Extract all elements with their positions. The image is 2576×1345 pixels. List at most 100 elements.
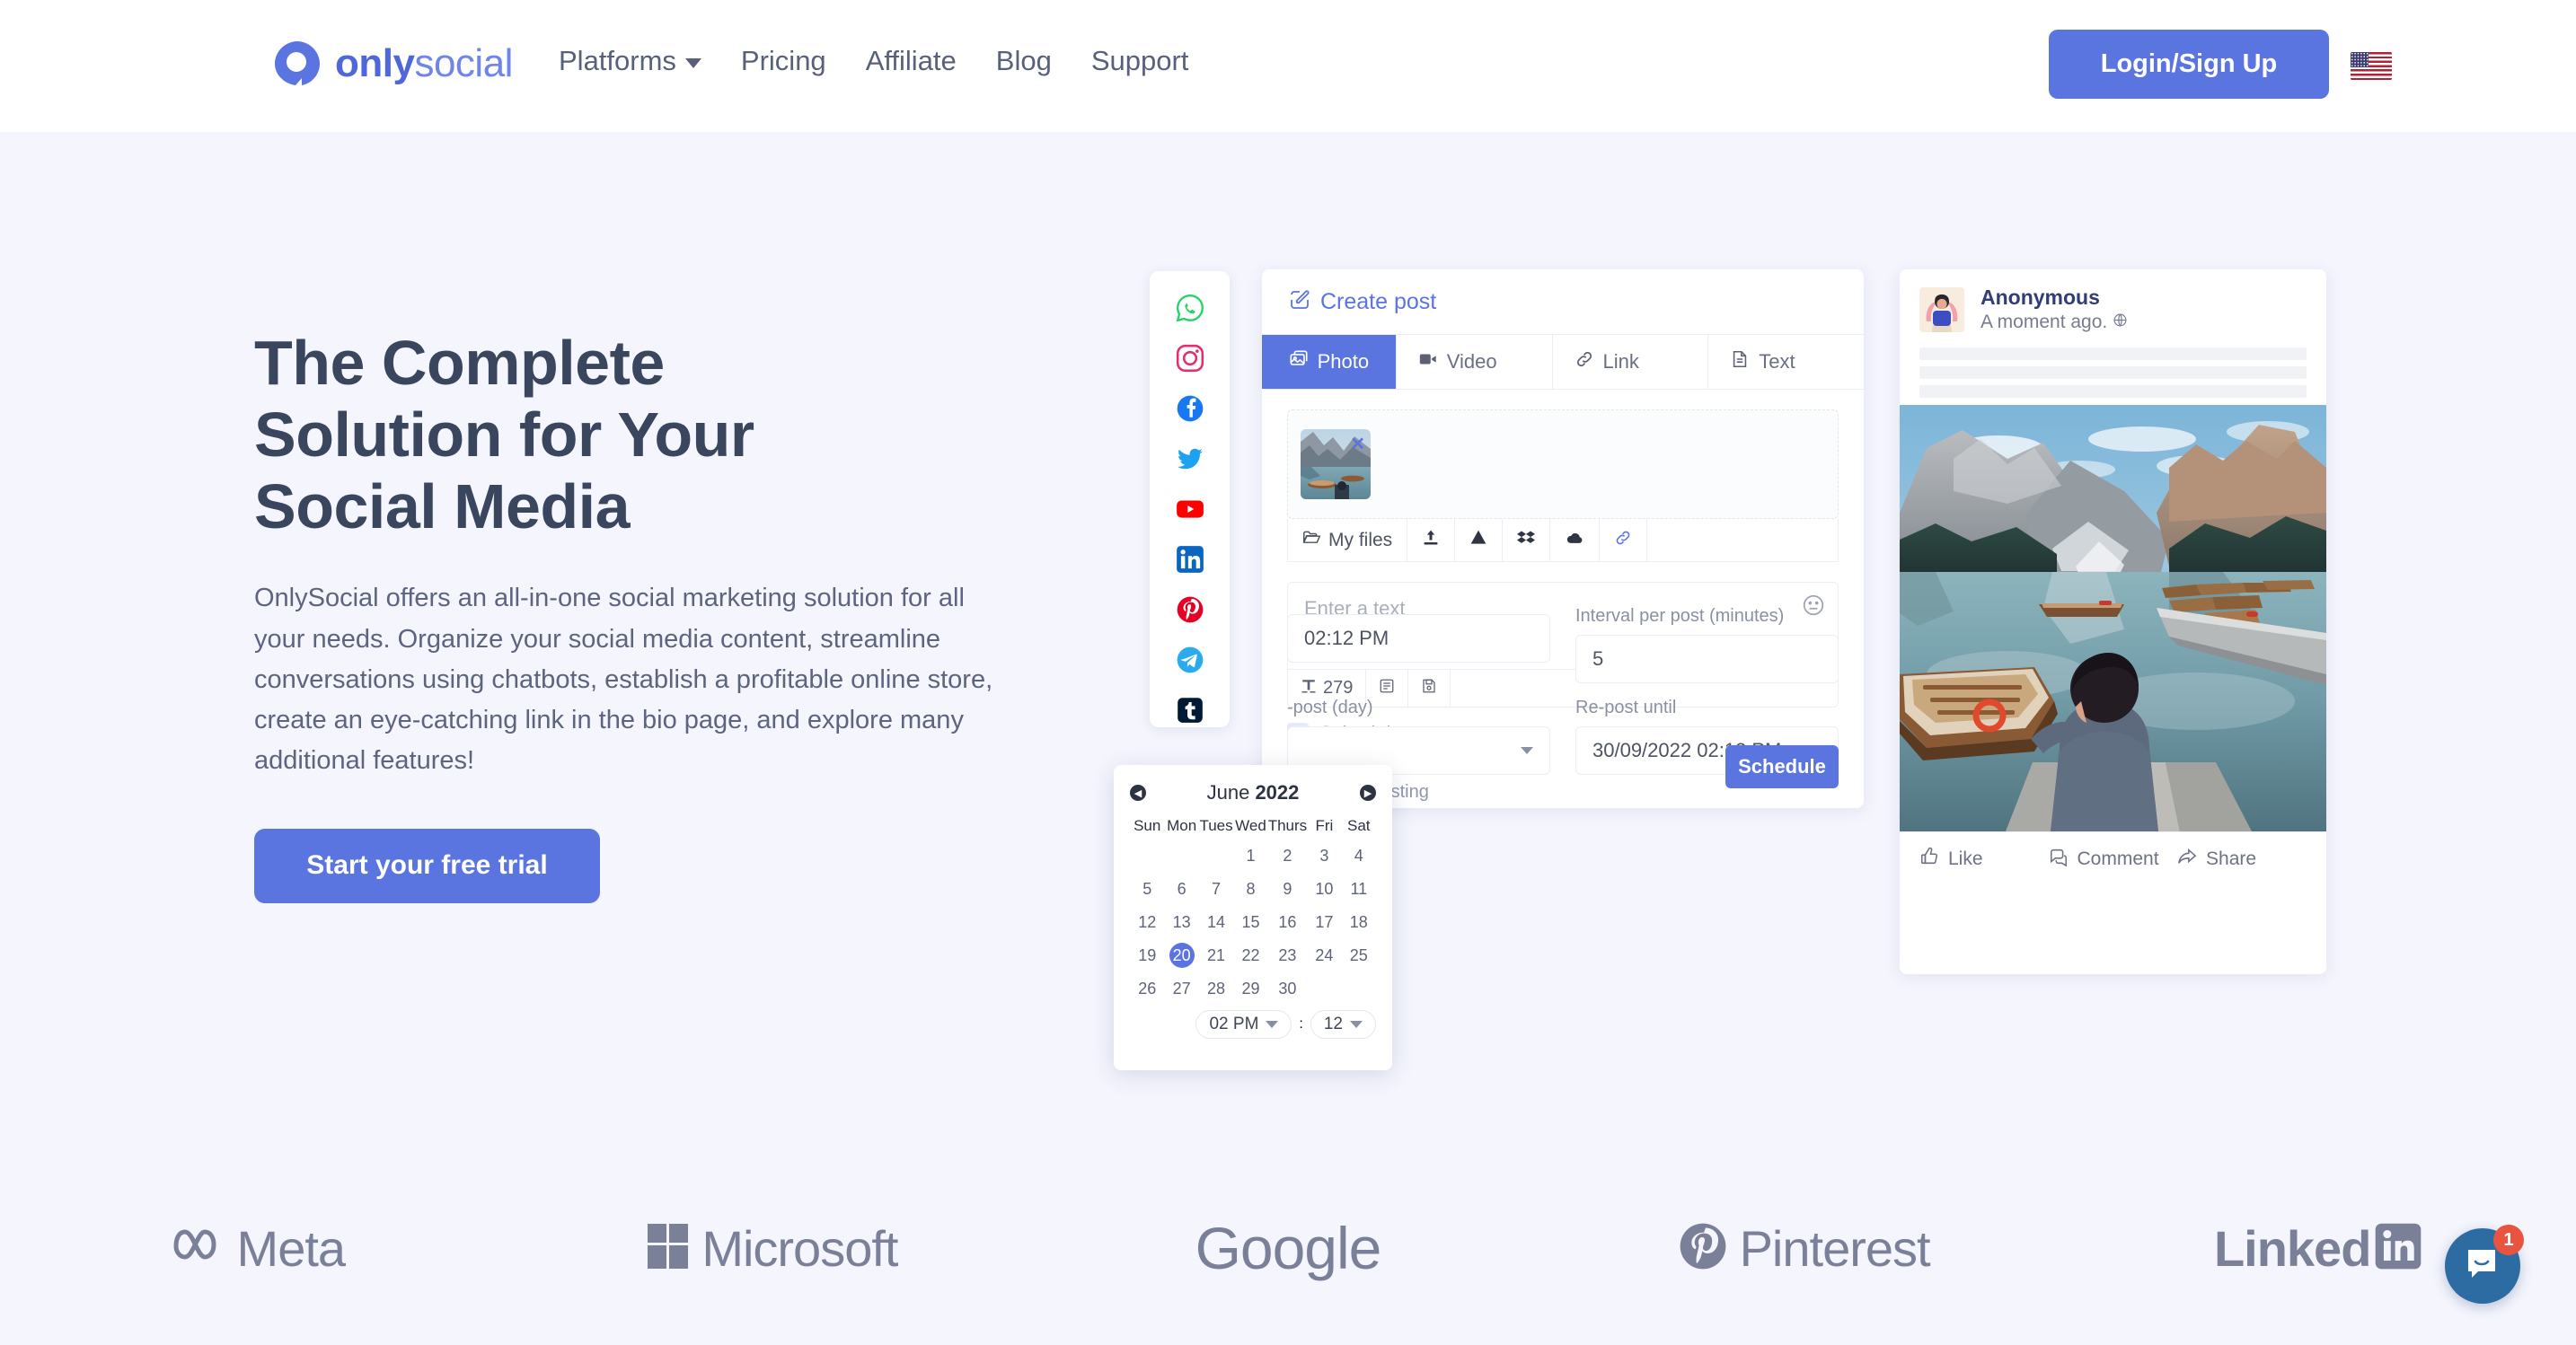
calendar-day[interactable]: 23 (1268, 943, 1307, 968)
calendar-day[interactable]: 2 (1268, 843, 1307, 868)
brand-label-linkedin: Linked (2213, 1219, 2371, 1277)
calendar-day[interactable]: 7 (1199, 876, 1233, 901)
dropbox-icon (1517, 529, 1536, 552)
calendar-prev-month-icon[interactable]: ◀ (1130, 785, 1146, 801)
preview-photo (1900, 405, 2326, 831)
preview-author-info: Anonymous A moment ago. (1981, 286, 2128, 333)
start-free-trial-button[interactable]: Start your free trial (254, 828, 600, 903)
nav-item-affiliate[interactable]: Affiliate (866, 45, 957, 77)
calendar-day[interactable]: 4 (1342, 843, 1376, 868)
media-thumbnail[interactable]: ✕ (1301, 429, 1371, 499)
post-preview-card: Anonymous A moment ago. Like Comment Sha… (1900, 269, 2326, 974)
calendar-day[interactable]: 29 (1233, 976, 1267, 1001)
photo-icon (1289, 349, 1309, 374)
youtube-icon[interactable] (1175, 494, 1205, 524)
my-files-button[interactable]: My files (1288, 519, 1408, 561)
preview-skeleton-line (1919, 366, 2307, 379)
calendar-grid: Sun Mon Tues Wed Thurs Fri Sat 1 2 3 4 5 6 7 8 9 10 11 12 1… (1130, 817, 1376, 1001)
calendar-day[interactable]: 8 (1233, 876, 1267, 901)
calendar-day-of-week: Tues (1199, 817, 1233, 834)
tab-text[interactable]: Text (1708, 335, 1864, 389)
calendar-day[interactable]: 19 (1130, 943, 1164, 968)
minute-value: 12 (1323, 1015, 1343, 1033)
schedule-submit-button[interactable]: Schedule (1725, 745, 1839, 788)
tab-video[interactable]: Video (1397, 335, 1553, 389)
facebook-icon[interactable] (1175, 393, 1205, 424)
interval-input[interactable]: 5 (1575, 635, 1839, 683)
calendar-next-month-icon[interactable]: ▶ (1360, 785, 1376, 801)
preview-author-name: Anonymous (1981, 286, 2100, 309)
nav-item-pricing[interactable]: Pricing (741, 45, 826, 77)
tab-photo[interactable]: Photo (1262, 335, 1397, 389)
upload-icon (1422, 529, 1440, 552)
calendar-day[interactable]: 10 (1307, 876, 1341, 901)
microsoft-squares-icon (648, 1223, 689, 1273)
calendar-day[interactable]: 5 (1130, 876, 1164, 901)
us-flag-icon[interactable] (2351, 52, 2392, 80)
calendar-day[interactable]: 30 (1268, 976, 1307, 1001)
whatsapp-icon[interactable] (1175, 293, 1205, 323)
minute-select[interactable]: 12 (1310, 1010, 1376, 1039)
preview-timestamp: A moment ago. (1981, 312, 2108, 332)
calendar-day[interactable]: 3 (1307, 843, 1341, 868)
calendar-day[interactable]: 22 (1233, 943, 1267, 968)
nav-item-support[interactable]: Support (1091, 45, 1189, 77)
linkedin-icon[interactable] (1175, 544, 1205, 575)
dropbox-button[interactable] (1503, 519, 1551, 561)
twitter-icon[interactable] (1175, 444, 1205, 474)
nav-item-platforms[interactable]: Platforms (559, 45, 701, 77)
nav-label-blog: Blog (995, 45, 1052, 76)
calendar-day[interactable]: 18 (1342, 910, 1376, 935)
remove-media-icon[interactable]: ✕ (1350, 433, 1365, 455)
calendar-day[interactable]: 28 (1199, 976, 1233, 1001)
calendar-day[interactable]: 6 (1164, 876, 1198, 901)
upload-button[interactable] (1407, 519, 1456, 561)
tumblr-icon[interactable] (1175, 695, 1205, 725)
app-mockup: Create post Photo Video Link Text ✕ My f… (1114, 269, 2326, 1077)
intercom-chat-launcher[interactable]: 1 (2445, 1225, 2524, 1304)
calendar-header: ◀ June 2022 ▶ (1130, 779, 1376, 806)
hero-title-line-2: Solution for Your (254, 399, 754, 470)
share-button[interactable]: Share (2177, 847, 2307, 872)
schedule-time-input[interactable]: 02:12 PM (1287, 614, 1550, 663)
telegram-icon[interactable] (1175, 645, 1205, 675)
instagram-icon[interactable] (1175, 343, 1205, 374)
calendar-day[interactable]: 13 (1164, 910, 1198, 935)
tab-link[interactable]: Link (1553, 335, 1709, 389)
comment-button[interactable]: Comment (2049, 847, 2178, 872)
calendar-day[interactable]: 12 (1130, 910, 1164, 935)
calendar-title: June 2022 (1207, 781, 1300, 804)
calendar-day[interactable]: 11 (1342, 876, 1376, 901)
meta-infinity-icon (171, 1225, 237, 1272)
brand-label-microsoft: Microsoft (701, 1219, 898, 1277)
login-signup-button[interactable]: Login/Sign Up (2049, 30, 2329, 99)
site-logo[interactable]: onlysocial (272, 39, 513, 89)
calendar-day[interactable]: 14 (1199, 910, 1233, 935)
calendar-day[interactable]: 9 (1268, 876, 1307, 901)
calendar-day[interactable]: 26 (1130, 976, 1164, 1001)
hour-select[interactable]: 02 PM (1195, 1010, 1292, 1039)
calendar-day[interactable]: 21 (1199, 943, 1233, 968)
nav-label-platforms: Platforms (559, 45, 676, 76)
calendar-day[interactable]: 16 (1268, 910, 1307, 935)
calendar-day[interactable]: 24 (1307, 943, 1341, 968)
google-drive-button[interactable] (1455, 519, 1504, 561)
onedrive-button[interactable] (1550, 519, 1601, 561)
calendar-day[interactable]: 15 (1233, 910, 1267, 935)
hero-paragraph: OnlySocial offers an all-in-one social m… (254, 584, 993, 776)
comment-icon (2049, 847, 2069, 872)
calendar-day[interactable]: 27 (1164, 976, 1198, 1001)
like-button[interactable]: Like (1919, 847, 2049, 872)
calendar-blank-cell (1130, 843, 1164, 868)
nav-item-blog[interactable]: Blog (996, 45, 1052, 77)
pinterest-icon[interactable] (1175, 594, 1205, 625)
media-dropzone[interactable]: ✕ (1287, 409, 1839, 519)
field-label-interval: Interval per post (minutes) (1575, 606, 1785, 626)
calendar-day-of-week: Fri (1315, 817, 1334, 834)
chevron-down-icon (684, 58, 701, 68)
calendar-day-selected[interactable]: 20 (1164, 943, 1198, 968)
calendar-day[interactable]: 25 (1342, 943, 1376, 968)
calendar-day[interactable]: 1 (1233, 843, 1267, 868)
paste-link-button[interactable] (1600, 519, 1648, 561)
calendar-day[interactable]: 17 (1307, 910, 1341, 935)
